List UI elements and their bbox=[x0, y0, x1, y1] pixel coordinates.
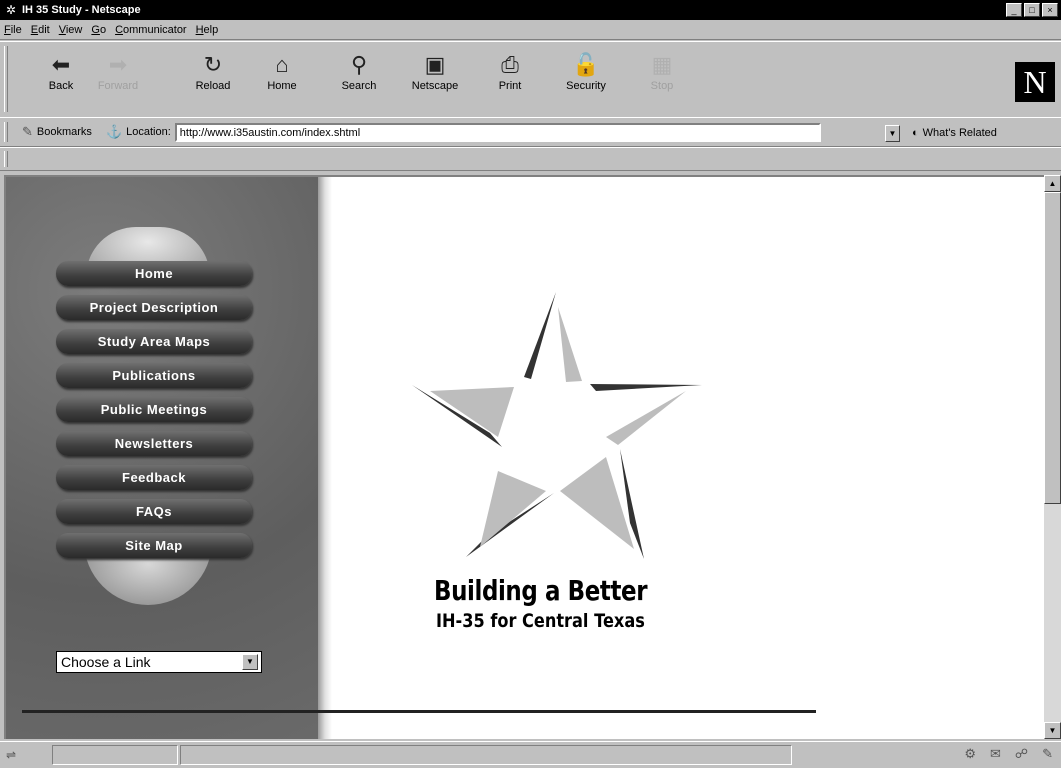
side-nav-home[interactable]: Home bbox=[56, 261, 252, 286]
print-label: Print bbox=[498, 80, 522, 92]
progress-bar bbox=[52, 745, 179, 765]
location-icon: ⚓ bbox=[105, 124, 123, 139]
left-nav-panel: Home Project Description Study Area Maps… bbox=[6, 177, 332, 739]
window-title: IH 35 Study - Netscape bbox=[22, 4, 141, 16]
forward-arrow-icon: ➡ bbox=[108, 52, 128, 77]
tagline-heading: Building a Better bbox=[434, 574, 648, 607]
navigator-icon[interactable]: ⚙ bbox=[964, 746, 976, 762]
panel-edge-shading bbox=[318, 177, 332, 739]
side-nav-project-description[interactable]: Project Description bbox=[56, 295, 252, 320]
connection-icon: ⇌ bbox=[6, 748, 17, 762]
reload-icon: ↻ bbox=[203, 52, 223, 77]
side-nav-study-area-maps[interactable]: Study Area Maps bbox=[56, 329, 252, 354]
location-toolbar: ✎ Bookmarks ⚓ Location: http://www.i35au… bbox=[0, 117, 1061, 147]
url-input[interactable]: http://www.i35austin.com/index.shtml bbox=[174, 122, 821, 142]
bookmarks-label: Bookmarks bbox=[36, 126, 92, 138]
bookmarks-icon: ✎ bbox=[22, 124, 33, 139]
security-lock-icon: 🔓 bbox=[572, 52, 600, 77]
netscape-logo[interactable]: N bbox=[1015, 62, 1055, 102]
stop-label: Stop bbox=[650, 80, 674, 92]
reload-label: Reload bbox=[195, 80, 231, 92]
reload-button[interactable]: ↻ Reload bbox=[182, 52, 244, 108]
location-label-group: ⚓ Location: bbox=[106, 124, 171, 140]
location-toolbar-grip[interactable] bbox=[4, 122, 8, 142]
menu-view[interactable]: View bbox=[59, 24, 83, 36]
print-button[interactable]: ⎙ Print bbox=[479, 52, 541, 108]
whats-related-button[interactable]: ◐ What's Related bbox=[912, 127, 997, 139]
menu-communicator[interactable]: Communicator bbox=[115, 24, 187, 36]
vertical-scrollbar[interactable]: ▲ ▼ bbox=[1044, 175, 1061, 739]
star-logo-icon bbox=[412, 292, 702, 559]
title-bar: ✲ IH 35 Study - Netscape _ □ × bbox=[0, 0, 1061, 20]
netscape-app-icon: ✲ bbox=[5, 3, 17, 17]
whats-related-icon: ◐ bbox=[912, 127, 919, 139]
page-content: Home Project Description Study Area Maps… bbox=[4, 175, 1044, 739]
netscape-label: Netscape bbox=[411, 80, 459, 92]
search-icon: ⚲ bbox=[350, 52, 368, 77]
side-nav-publications[interactable]: Publications bbox=[56, 363, 252, 388]
security-label: Security bbox=[566, 80, 606, 92]
side-nav-site-map[interactable]: Site Map bbox=[56, 533, 252, 558]
window-controls: _ □ × bbox=[1006, 3, 1058, 17]
maximize-button[interactable]: □ bbox=[1024, 3, 1040, 17]
scroll-down-button[interactable]: ▼ bbox=[1044, 722, 1061, 739]
location-label: Location: bbox=[126, 126, 171, 138]
choose-link-select[interactable]: Choose a Link ▼ bbox=[56, 651, 262, 673]
netscape-icon: ▣ bbox=[424, 52, 446, 77]
close-button[interactable]: × bbox=[1042, 3, 1058, 17]
url-history-dropdown[interactable]: ▼ bbox=[885, 125, 900, 142]
print-icon: ⎙ bbox=[501, 52, 519, 77]
personal-toolbar-grip[interactable] bbox=[4, 151, 8, 167]
back-label: Back bbox=[48, 80, 74, 92]
side-nav-public-meetings[interactable]: Public Meetings bbox=[56, 397, 252, 422]
side-nav-feedback[interactable]: Feedback bbox=[56, 465, 252, 490]
stop-icon: ▦ bbox=[651, 52, 673, 77]
netscape-button[interactable]: ▣ Netscape bbox=[404, 52, 466, 108]
minimize-button[interactable]: _ bbox=[1006, 3, 1022, 17]
navigation-toolbar: ⬅ Back ➡ Forward ↻ Reload ⌂ Home ⚲ Searc… bbox=[0, 41, 1061, 117]
personal-toolbar bbox=[0, 147, 1061, 171]
back-button[interactable]: ⬅ Back bbox=[30, 52, 92, 108]
menu-go[interactable]: Go bbox=[91, 24, 106, 36]
search-label: Search bbox=[341, 80, 377, 92]
bookmarks-button[interactable]: ✎ Bookmarks bbox=[22, 124, 92, 140]
side-nav-menu: Home Project Description Study Area Maps… bbox=[56, 261, 252, 567]
forward-label: Forward bbox=[97, 80, 139, 92]
chevron-down-icon[interactable]: ▼ bbox=[242, 654, 258, 670]
home-label: Home bbox=[267, 80, 297, 92]
side-nav-faqs[interactable]: FAQs bbox=[56, 499, 252, 524]
horizontal-rule bbox=[22, 710, 816, 713]
search-button[interactable]: ⚲ Search bbox=[328, 52, 390, 108]
side-nav-newsletters[interactable]: Newsletters bbox=[56, 431, 252, 456]
menu-edit[interactable]: Edit bbox=[31, 24, 50, 36]
menu-help[interactable]: Help bbox=[196, 24, 219, 36]
composer-icon[interactable]: ✎ bbox=[1042, 746, 1053, 762]
forward-button[interactable]: ➡ Forward bbox=[87, 52, 149, 108]
discussion-icon[interactable]: ☍ bbox=[1015, 746, 1028, 762]
nav-button-row: ⬅ Back ➡ Forward ↻ Reload ⌂ Home ⚲ Searc… bbox=[0, 46, 1061, 116]
scroll-thumb[interactable] bbox=[1044, 192, 1061, 504]
whats-related-label: What's Related bbox=[922, 127, 997, 139]
menu-bar: File Edit View Go Communicator Help bbox=[0, 20, 1061, 40]
back-arrow-icon: ⬅ bbox=[51, 52, 71, 77]
tagline-subheading: IH-35 for Central Texas bbox=[436, 610, 645, 632]
menu-file[interactable]: File bbox=[4, 24, 22, 36]
security-button[interactable]: 🔓 Security bbox=[555, 52, 617, 108]
stop-button[interactable]: ▦ Stop bbox=[631, 52, 693, 108]
mail-icon[interactable]: ✉ bbox=[990, 746, 1001, 762]
choose-link-value: Choose a Link bbox=[61, 654, 151, 670]
home-button[interactable]: ⌂ Home bbox=[251, 52, 313, 108]
home-icon: ⌂ bbox=[275, 52, 289, 77]
component-bar: ⚙ ✉ ☍ ✎ bbox=[964, 746, 1053, 762]
scroll-up-button[interactable]: ▲ bbox=[1044, 175, 1061, 192]
status-message bbox=[180, 745, 793, 765]
status-bar: ⇌ ⚙ ✉ ☍ ✎ bbox=[0, 741, 1061, 768]
